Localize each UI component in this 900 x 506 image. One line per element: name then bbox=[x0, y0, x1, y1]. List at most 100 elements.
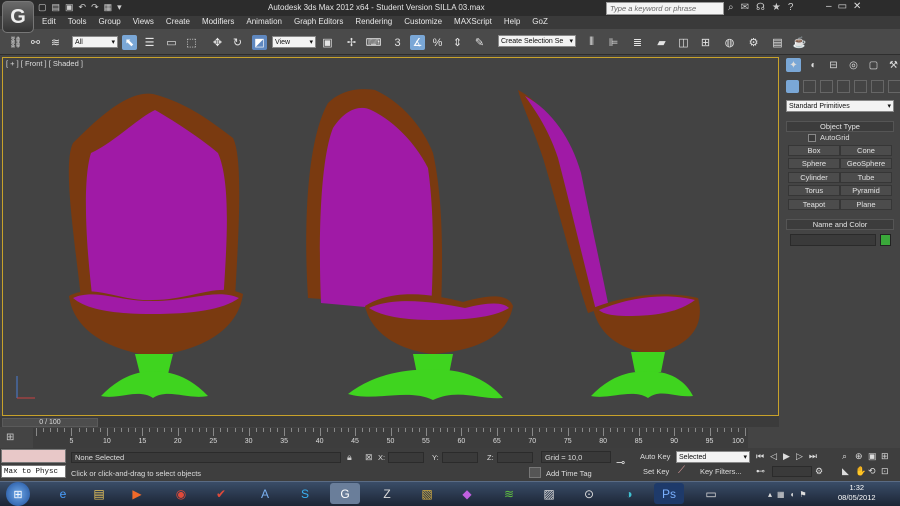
helpers-icon[interactable] bbox=[854, 80, 867, 93]
time-tag-icon[interactable] bbox=[529, 467, 541, 478]
hold-icon[interactable]: ▦ bbox=[104, 2, 113, 14]
menu-create[interactable]: Create bbox=[160, 17, 196, 26]
cylinder-button[interactable]: Cylinder bbox=[788, 172, 840, 183]
teapot-button[interactable]: Teapot bbox=[788, 199, 840, 210]
volume-icon[interactable]: ◖ bbox=[790, 490, 795, 499]
rendered-frame-window-icon[interactable]: ▤ bbox=[770, 35, 785, 50]
spacewarps-icon[interactable] bbox=[871, 80, 884, 93]
pan-icon[interactable]: ✋ bbox=[855, 466, 868, 477]
chair-three-quarter-view[interactable] bbox=[306, 89, 513, 400]
paint-app-icon[interactable]: ◆ bbox=[452, 483, 482, 504]
unlink-icon[interactable]: ⚯ bbox=[28, 35, 43, 50]
favorites-icon[interactable]: ★ bbox=[772, 2, 781, 13]
new-file-icon[interactable]: ▢ bbox=[38, 2, 47, 14]
rotate-icon[interactable]: ↻ bbox=[230, 35, 245, 50]
geometry-icon[interactable] bbox=[786, 80, 799, 93]
tray-arrow-icon[interactable]: ▴ bbox=[768, 490, 772, 499]
torus-button[interactable]: Torus bbox=[788, 185, 840, 196]
add-time-tag[interactable]: Add Time Tag bbox=[546, 469, 592, 478]
rect-selection-icon[interactable]: ▭ bbox=[164, 35, 179, 50]
window-manager-icon[interactable]: ▭ bbox=[696, 483, 726, 504]
zoom-extents-all-icon[interactable]: ⊞ bbox=[881, 451, 894, 462]
angle-snap-icon[interactable]: ∡ bbox=[410, 35, 425, 50]
subscription-icon[interactable]: ✉ bbox=[741, 2, 749, 13]
default-in-out-tangent-icon[interactable]: ⟋ bbox=[678, 465, 685, 476]
hierarchy-tab-icon[interactable]: ⊟ bbox=[826, 58, 841, 72]
skype-icon[interactable]: S bbox=[290, 483, 320, 504]
align-icon[interactable]: ⊫ bbox=[606, 35, 621, 50]
chair-side-view[interactable] bbox=[518, 90, 700, 398]
key-icon[interactable]: ⊸ bbox=[616, 456, 625, 469]
select-by-name-icon[interactable]: ☰ bbox=[142, 35, 157, 50]
bind-spacewarp-icon[interactable]: ≋ bbox=[48, 35, 63, 50]
photoshop-icon[interactable]: Ps bbox=[654, 483, 684, 504]
systems-icon[interactable] bbox=[888, 80, 900, 93]
primitive-type-dropdown[interactable]: Standard Primitives ▾ bbox=[786, 100, 894, 112]
curve-editor-icon[interactable]: ◫ bbox=[676, 35, 691, 50]
reference-coordinate-dropdown[interactable]: View ▾ bbox=[272, 36, 316, 48]
edit-named-selection-icon[interactable]: ✎ bbox=[472, 35, 487, 50]
named-selection-set-dropdown[interactable]: Create Selection Se ▾ bbox=[498, 35, 576, 47]
chair-front-view[interactable] bbox=[68, 93, 243, 398]
minimize-icon[interactable]: – bbox=[826, 1, 832, 12]
menu-views[interactable]: Views bbox=[127, 17, 160, 26]
media-player-icon[interactable]: ▶ bbox=[122, 483, 152, 504]
chrome-icon[interactable]: ◉ bbox=[166, 483, 196, 504]
menu-goz[interactable]: GoZ bbox=[526, 17, 554, 26]
go-to-start-icon[interactable]: ⏮ bbox=[756, 451, 764, 462]
render-production-icon[interactable]: ☕ bbox=[792, 35, 807, 50]
application-menu-button[interactable]: G bbox=[2, 1, 34, 33]
menu-rendering[interactable]: Rendering bbox=[349, 17, 398, 26]
close-icon[interactable]: ✕ bbox=[853, 1, 861, 12]
maxscript-input[interactable]: Max to Physc bbox=[1, 465, 66, 478]
layer-manager-icon[interactable]: ≣ bbox=[630, 35, 645, 50]
motion-tab-icon[interactable]: ◎ bbox=[846, 58, 861, 72]
sketchbook-icon[interactable]: ◑ bbox=[614, 483, 644, 504]
key-set-dropdown[interactable]: Selected ▾ bbox=[676, 451, 750, 463]
maximize-viewport-icon[interactable]: ⊡ bbox=[881, 466, 894, 477]
cameras-icon[interactable] bbox=[837, 80, 850, 93]
flag-icon[interactable]: ⚑ bbox=[799, 490, 806, 499]
menu-tools[interactable]: Tools bbox=[62, 17, 93, 26]
menu-maxscript[interactable]: MAXScript bbox=[448, 17, 498, 26]
y-coordinate-field[interactable] bbox=[442, 452, 478, 463]
percent-snap-icon[interactable]: % bbox=[430, 35, 445, 50]
spotify-icon[interactable]: ≋ bbox=[494, 483, 524, 504]
key-mode-icon[interactable]: ⊷ bbox=[756, 466, 765, 477]
spinner-snap-icon[interactable]: ⇕ bbox=[450, 35, 465, 50]
shapes-icon[interactable] bbox=[803, 80, 816, 93]
menu-animation[interactable]: Animation bbox=[240, 17, 288, 26]
selection-filter-dropdown[interactable]: All ▾ bbox=[72, 36, 118, 48]
create-tab-icon[interactable]: ✦ bbox=[786, 58, 801, 72]
open-file-icon[interactable]: ▤ bbox=[52, 2, 61, 14]
keyboard-shortcut-override-icon[interactable]: ⌨ bbox=[366, 35, 382, 50]
object-name-field[interactable] bbox=[790, 234, 876, 246]
trackbar[interactable]: 5 10 15 20 25 30 35 40 45 50 55 60 65 70 75 80 85 90 95 100 bbox=[33, 428, 748, 448]
network-icon[interactable]: ▦ bbox=[777, 490, 785, 499]
previous-frame-icon[interactable]: ◁ bbox=[770, 451, 777, 462]
schematic-view-icon[interactable]: ⊞ bbox=[698, 35, 713, 50]
absolute-mode-icon[interactable]: ⊠ bbox=[365, 452, 373, 463]
menu-graph-editors[interactable]: Graph Editors bbox=[288, 17, 349, 26]
plane-button[interactable]: Plane bbox=[840, 199, 892, 210]
object-type-rollout-header[interactable]: Object Type bbox=[786, 121, 894, 132]
menu-edit[interactable]: Edit bbox=[36, 17, 62, 26]
pivot-center-icon[interactable]: ▣ bbox=[320, 35, 335, 50]
start-button[interactable]: ⊞ bbox=[6, 482, 30, 506]
3ds-max-taskbar-icon[interactable]: G bbox=[330, 483, 360, 504]
zoom-icon[interactable]: ⌕ bbox=[842, 451, 855, 462]
autodesk-app-icon[interactable]: A bbox=[250, 483, 280, 504]
maxscript-mini-listener[interactable] bbox=[1, 449, 66, 463]
camera-app-icon[interactable]: ⊙ bbox=[574, 483, 604, 504]
graphite-ribbon-icon[interactable]: ▰ bbox=[654, 35, 669, 50]
chevron-down-icon[interactable]: ▾ bbox=[117, 2, 122, 14]
link-icon[interactable]: ⛓ bbox=[8, 35, 23, 50]
save-icon[interactable]: ▣ bbox=[65, 2, 74, 14]
display-tab-icon[interactable]: ▢ bbox=[866, 58, 881, 72]
mini-curve-editor-icon[interactable]: ⊞ bbox=[6, 432, 22, 444]
box-button[interactable]: Box bbox=[788, 145, 840, 156]
set-key-button[interactable]: Set Key bbox=[643, 467, 669, 476]
redo-icon[interactable]: ↷ bbox=[91, 2, 99, 14]
auto-key-button[interactable]: Auto Key bbox=[640, 452, 673, 463]
scale-icon[interactable]: ◩ bbox=[252, 35, 267, 50]
